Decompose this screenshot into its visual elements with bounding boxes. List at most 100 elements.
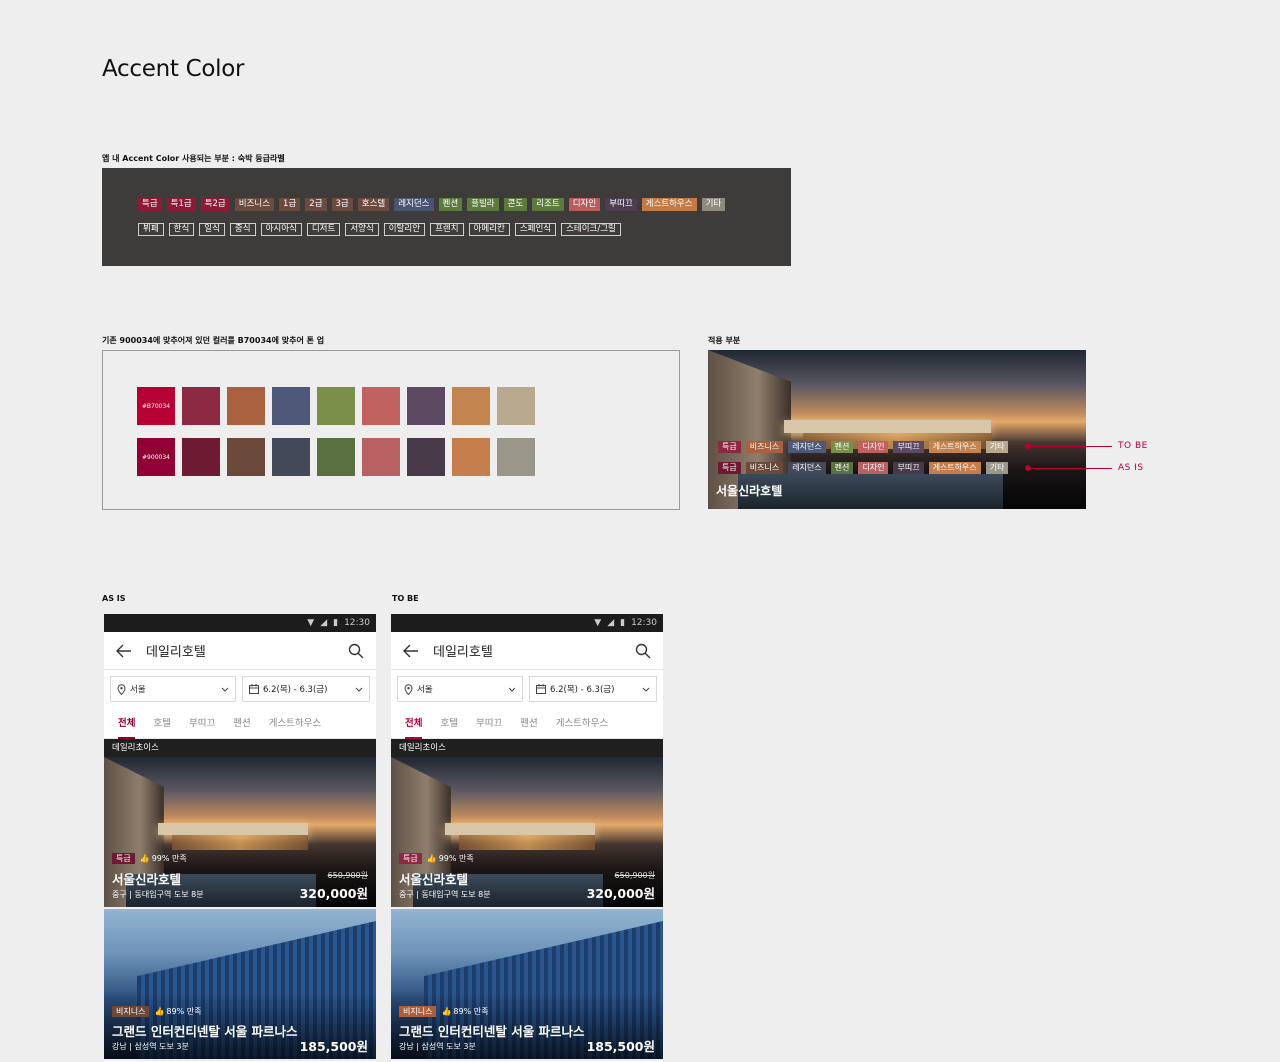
original-price: 650,900원 <box>327 871 368 880</box>
swatch-panel: #B70034 #900034 <box>102 350 680 510</box>
color-swatch <box>497 438 535 476</box>
applied-hotel-name: 서울신라호텔 <box>716 484 783 498</box>
color-swatch <box>272 438 310 476</box>
color-swatch <box>407 438 445 476</box>
battery-icon: ▮ <box>333 618 339 628</box>
date-select[interactable]: 6.2(목) - 6.3(금) <box>529 676 657 702</box>
filter-bar: 서울 6.2(목) - 6.3(금) <box>391 670 663 708</box>
applied-hotel-photo: 특급 비즈니스 레지던스 펜션 디자인 부띠끄 게스트하우스 기타 특급 비즈니스 레지던스 펜션 디… <box>708 350 1086 509</box>
food-label: 서양식 <box>345 223 379 236</box>
badge-row: 비지니스 👍 89% 만족 <box>399 1006 488 1017</box>
category-tab[interactable]: 펜션 <box>520 708 537 739</box>
back-arrow-icon[interactable] <box>116 644 132 658</box>
food-label: 아시아식 <box>260 223 302 236</box>
grade-label: 콘도 <box>503 198 528 211</box>
location-select[interactable]: 서울 <box>397 676 523 702</box>
hotel-name: 그랜드 인터컨티넨탈 서울 파르나스 <box>112 1024 298 1039</box>
category-tab[interactable]: 호텔 <box>440 708 457 739</box>
asis-marker-line <box>1030 468 1112 469</box>
applied-label: 기타 <box>985 441 1009 453</box>
food-label: 중식 <box>229 223 256 236</box>
location-select[interactable]: 서울 <box>110 676 236 702</box>
swatch-caption: 기존 900034에 맞추어져 있던 컬러를 B70034에 맞추어 톤 업 <box>102 336 325 345</box>
applied-label: 부띠끄 <box>893 441 924 453</box>
status-time: 12:30 <box>631 618 657 628</box>
asis-caption: AS IS <box>102 594 126 603</box>
grade-label: 풀빌라 <box>467 198 499 211</box>
hotel-card[interactable]: 특급 👍 99% 만족 서울신라호텔 중구 | 동대입구역 도보 8분 650,… <box>104 757 376 909</box>
food-label-row: 뷔페 한식 일식 중식 아시아식 디저트 서양식 이탈리안 프렌치 아메리칸 스페인식 스테이크/그릴 <box>138 223 621 236</box>
color-swatch <box>497 387 535 425</box>
badge-row: 특급 👍 99% 만족 <box>112 853 187 864</box>
applied-label: 레지던스 <box>788 462 826 474</box>
signal-icon: ◢ <box>320 618 328 628</box>
color-swatch <box>182 438 220 476</box>
grade-badge: 특급 <box>112 853 135 864</box>
category-tab[interactable]: 전체 <box>118 708 136 739</box>
thumbs-up-icon: 👍 <box>139 854 150 863</box>
grade-label-row: 특급 특1급 특2급 비즈니스 1급 2급 3급 호스텔 레지던스 펜션 풀빌라 콘도 리조트 디자인 부띠… <box>138 198 726 211</box>
hotel-location: 중구 | 동대입구역 도보 8분 <box>112 890 204 899</box>
color-swatch <box>407 387 445 425</box>
food-label: 스테이크/그릴 <box>561 223 621 236</box>
applied-label: 특급 <box>718 441 741 453</box>
hotel-name: 서울신라호텔 <box>399 872 469 887</box>
search-icon[interactable] <box>348 643 364 659</box>
food-label: 뷔페 <box>138 223 164 236</box>
calendar-icon <box>536 684 546 694</box>
applied-asis-tags: 특급 비즈니스 레지던스 펜션 디자인 부띠끄 게스트하우스 기타 <box>718 462 1009 474</box>
sale-price: 320,000원 <box>299 886 368 901</box>
color-swatch <box>452 438 490 476</box>
grade-label: 디자인 <box>568 198 601 211</box>
app-bar: 데일리호텔 <box>104 632 376 670</box>
location-value: 서울 <box>130 685 146 695</box>
phone-asis: ▼ ◢ ▮ 12:30 데일리호텔 서울 6.2(목) - 6.3(금) 전체 … <box>104 614 376 1062</box>
chevron-down-icon <box>642 687 650 692</box>
sale-price: 185,500원 <box>299 1039 368 1054</box>
grade-label: 펜션 <box>438 198 463 211</box>
grade-label: 기타 <box>701 198 726 211</box>
satisfaction-text: 89% 만족 <box>166 1007 202 1016</box>
grade-label: 리조트 <box>532 198 564 211</box>
calendar-icon <box>249 684 259 694</box>
hotel-name: 서울신라호텔 <box>112 872 182 887</box>
category-tab[interactable]: 호텔 <box>153 708 170 739</box>
category-tab[interactable]: 전체 <box>405 708 423 739</box>
category-tab[interactable]: 게스트하우스 <box>556 708 608 739</box>
tobe-marker-label: TO BE <box>1118 441 1148 451</box>
signal-icon: ◢ <box>607 618 615 628</box>
location-pin-icon <box>117 683 126 695</box>
satisfaction: 👍 99% 만족 <box>427 853 474 864</box>
grade-label: 2급 <box>305 198 327 211</box>
grade-label: 비즈니스 <box>234 198 275 211</box>
applied-label: 부띠끄 <box>893 462 924 474</box>
color-swatch <box>227 438 265 476</box>
hotel-card[interactable]: 비지니스 👍 89% 만족 그랜드 인터컨티넨탈 서울 파르나스 강남 | 삼성… <box>391 909 663 1061</box>
search-icon[interactable] <box>635 643 651 659</box>
applied-label: 특급 <box>718 462 741 474</box>
color-swatch <box>182 387 220 425</box>
category-tab[interactable]: 게스트하우스 <box>269 708 321 739</box>
category-tab[interactable]: 부띠끄 <box>476 708 502 739</box>
sale-price: 185,500원 <box>586 1039 655 1054</box>
back-arrow-icon[interactable] <box>403 644 419 658</box>
hotel-card[interactable]: 특급 👍 99% 만족 서울신라호텔 중구 | 동대입구역 도보 8분 650,… <box>391 757 663 909</box>
food-label: 이탈리안 <box>383 223 426 236</box>
chevron-down-icon <box>508 687 516 692</box>
hotel-card[interactable]: 비지니스 👍 89% 만족 그랜드 인터컨티넨탈 서울 파르나스 강남 | 삼성… <box>104 909 376 1061</box>
tobe-marker-line <box>1030 446 1112 447</box>
grade-badge: 비지니스 <box>399 1006 437 1017</box>
wifi-icon: ▼ <box>307 618 315 628</box>
color-swatch <box>317 438 355 476</box>
food-label: 한식 <box>168 223 195 236</box>
sale-price: 320,000원 <box>586 886 655 901</box>
battery-icon: ▮ <box>620 618 626 628</box>
hotel-location: 강남 | 삼성역 도보 3분 <box>399 1042 476 1051</box>
category-tab[interactable]: 펜션 <box>233 708 250 739</box>
grade-label: 특급 <box>138 198 162 211</box>
category-tab[interactable]: 부띠끄 <box>189 708 215 739</box>
food-label: 디저트 <box>306 223 341 236</box>
date-select[interactable]: 6.2(목) - 6.3(금) <box>242 676 370 702</box>
grade-badge: 특급 <box>399 853 422 864</box>
color-swatch <box>362 387 400 425</box>
